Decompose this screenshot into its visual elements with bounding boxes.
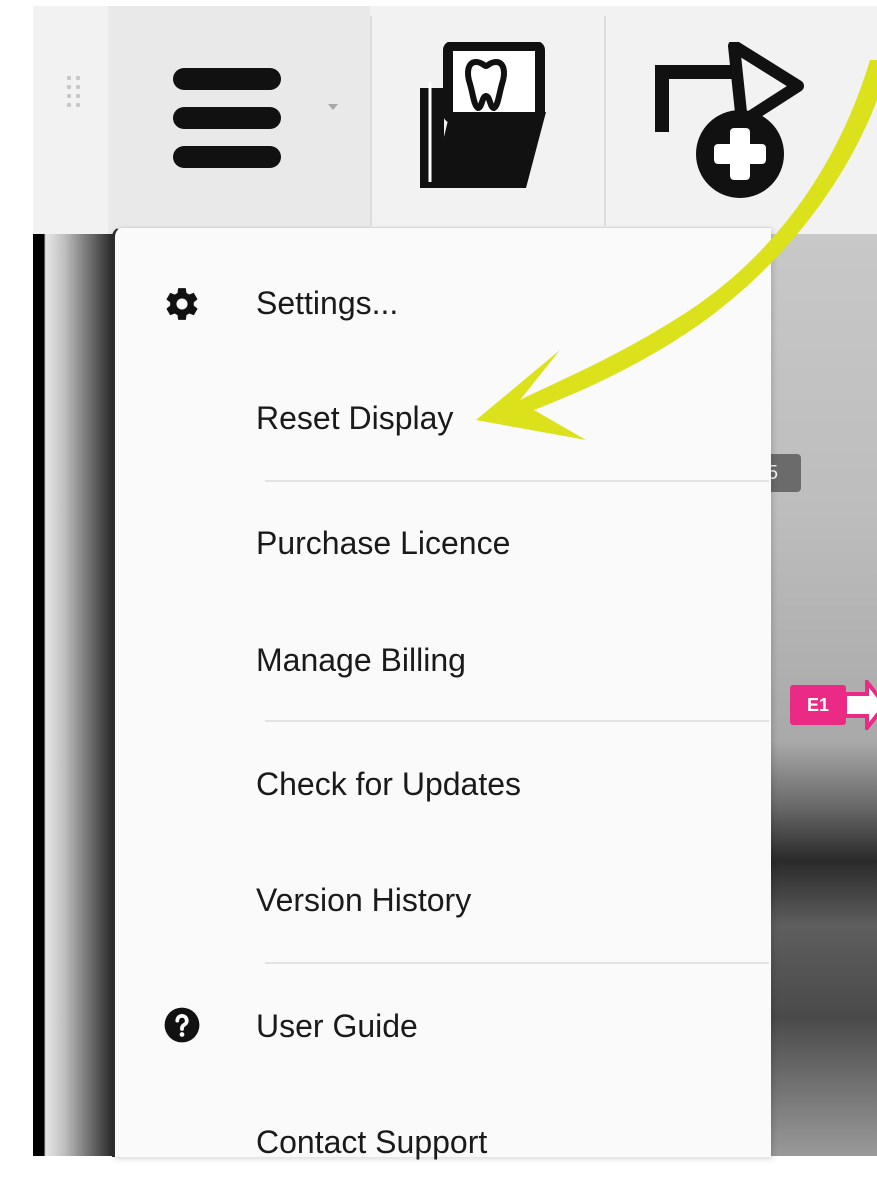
annotation-badge-e1[interactable]: E1 [790,685,846,725]
main-menu-dropdown: Settings... Reset Display Purchase Licen… [112,227,771,1160]
menu-divider [265,962,769,964]
grip-icon[interactable] [67,76,85,110]
menu-item-reset-display[interactable]: Reset Display [115,368,771,468]
export-add-icon[interactable] [650,40,810,207]
menu-item-settings[interactable]: Settings... [115,253,771,353]
main-menu-button[interactable] [108,6,370,234]
menu-item-label: Settings... [256,285,399,321]
menu-item-check-updates[interactable]: Check for Updates [115,734,771,834]
menu-divider [265,720,769,722]
menu-item-label: Check for Updates [256,766,522,802]
gear-icon [166,288,198,320]
question-icon [164,1007,200,1043]
menu-item-version-history[interactable]: Version History [115,850,771,950]
menu-divider [265,480,769,482]
pointer-arrow-icon [845,680,877,730]
xray-thumbnail-strip [33,234,123,1156]
menu-item-label: Version History [256,882,472,918]
chevron-down-icon [328,104,338,110]
toolbar [33,6,877,234]
menu-item-label: User Guide [256,1008,418,1044]
menu-item-user-guide[interactable]: User Guide [115,976,771,1076]
menu-item-label: Manage Billing [256,642,466,678]
menu-item-purchase-licence[interactable]: Purchase Licence [115,493,771,593]
menu-item-label: Purchase Licence [256,525,511,561]
menu-item-label: Contact Support [256,1124,488,1160]
tooth-folder-icon[interactable] [416,41,566,197]
menu-item-manage-billing[interactable]: Manage Billing [115,610,771,710]
menu-item-label: Reset Display [256,400,454,436]
hamburger-icon [173,68,281,168]
menu-item-contact-support[interactable]: Contact Support [115,1092,771,1192]
